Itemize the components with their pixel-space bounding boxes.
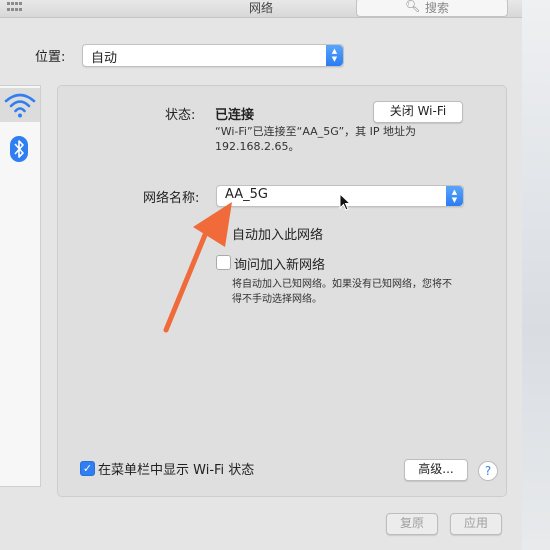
mouse-cursor-icon (339, 193, 352, 211)
annotation-arrow-icon (163, 202, 232, 333)
desktop-background (522, 0, 550, 550)
network-preferences-window: 网络 🔍︎ 搜索 位置: 自动 ▲ ▼ 状态: 已连接 关闭 Wi-Fi “Wi… (0, 0, 522, 550)
